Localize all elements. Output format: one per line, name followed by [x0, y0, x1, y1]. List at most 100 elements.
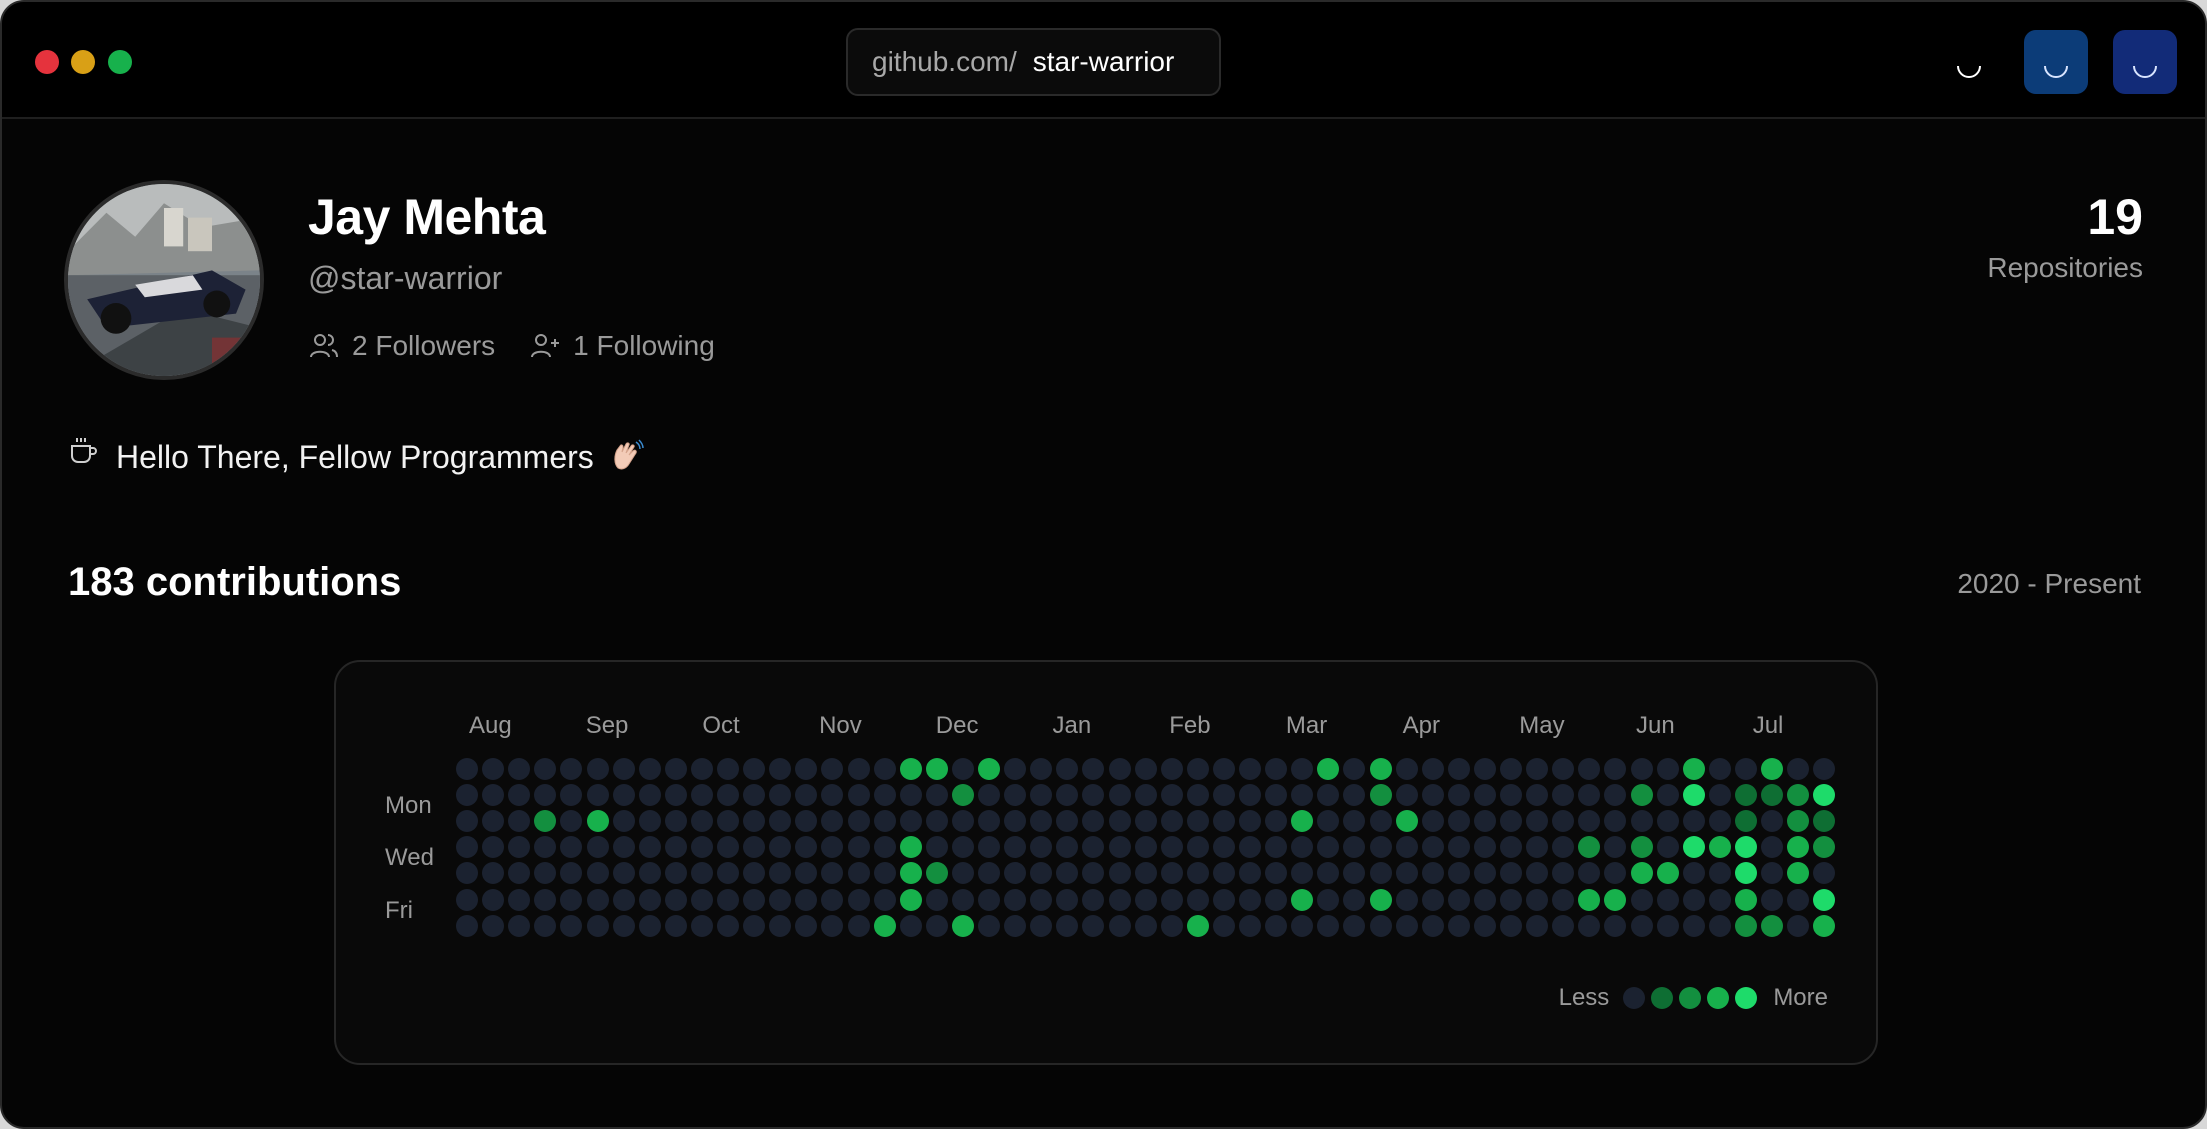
contribution-cell[interactable]	[978, 862, 1000, 885]
contribution-cell[interactable]	[1317, 784, 1340, 807]
contribution-cell[interactable]	[925, 914, 948, 937]
contribution-cell[interactable]	[1030, 888, 1053, 911]
contribution-cell[interactable]	[847, 784, 870, 807]
contribution-cell[interactable]	[1682, 810, 1705, 833]
contribution-cell[interactable]	[1500, 862, 1522, 885]
contribution-cell[interactable]	[1630, 914, 1653, 937]
contribution-cell[interactable]	[1473, 810, 1496, 833]
contribution-cell[interactable]	[1186, 914, 1209, 937]
contribution-cell[interactable]	[560, 836, 583, 859]
theme-button-black[interactable]	[1937, 30, 2001, 94]
contribution-cell[interactable]	[482, 862, 505, 885]
contribution-cell[interactable]	[1395, 784, 1418, 807]
contribution-cell[interactable]	[1160, 836, 1183, 859]
contribution-cell[interactable]	[1160, 758, 1183, 780]
contribution-cell[interactable]	[1708, 836, 1731, 859]
contribution-cell[interactable]	[638, 888, 661, 911]
contribution-cell[interactable]	[717, 914, 739, 937]
contribution-cell[interactable]	[717, 810, 739, 833]
contribution-cell[interactable]	[1004, 810, 1027, 833]
contribution-cell[interactable]	[456, 758, 478, 780]
contribution-cell[interactable]	[795, 836, 818, 859]
contribution-cell[interactable]	[978, 914, 1000, 937]
contribution-cell[interactable]	[1082, 784, 1105, 807]
contribution-cell[interactable]	[1813, 888, 1836, 911]
contribution-cell[interactable]	[1056, 914, 1079, 937]
contribution-cell[interactable]	[508, 914, 531, 937]
contribution-cell[interactable]	[560, 888, 583, 911]
contribution-cell[interactable]	[1395, 888, 1418, 911]
contribution-cell[interactable]	[560, 810, 583, 833]
contribution-cell[interactable]	[638, 836, 661, 859]
contribution-cell[interactable]	[1734, 758, 1757, 780]
contribution-cell[interactable]	[1473, 836, 1496, 859]
contribution-cell[interactable]	[1708, 758, 1731, 780]
contribution-cell[interactable]	[586, 836, 609, 859]
contribution-cell[interactable]	[1082, 888, 1105, 911]
contribution-cell[interactable]	[1239, 758, 1261, 780]
contribution-cell[interactable]	[717, 888, 739, 911]
contribution-cell[interactable]	[560, 784, 583, 807]
contribution-cell[interactable]	[899, 758, 922, 780]
contribution-cell[interactable]	[612, 810, 635, 833]
contribution-cell[interactable]	[482, 836, 505, 859]
contribution-cell[interactable]	[821, 810, 844, 833]
contribution-cell[interactable]	[1578, 914, 1601, 937]
contribution-cell[interactable]	[795, 914, 818, 937]
contribution-cell[interactable]	[1447, 914, 1470, 937]
contribution-cell[interactable]	[1030, 914, 1053, 937]
contribution-cell[interactable]	[743, 810, 766, 833]
contribution-cell[interactable]	[1761, 836, 1783, 859]
contribution-cell[interactable]	[1030, 862, 1053, 885]
contribution-cell[interactable]	[1656, 888, 1679, 911]
contribution-cell[interactable]	[1030, 836, 1053, 859]
contribution-cell[interactable]	[1239, 888, 1261, 911]
contribution-cell[interactable]	[1787, 862, 1810, 885]
contribution-cell[interactable]	[1761, 888, 1783, 911]
contribution-cell[interactable]	[847, 810, 870, 833]
contribution-cell[interactable]	[1421, 914, 1444, 937]
contribution-cell[interactable]	[1186, 810, 1209, 833]
contribution-cell[interactable]	[508, 810, 531, 833]
contribution-cell[interactable]	[1656, 862, 1679, 885]
contribution-cell[interactable]	[821, 784, 844, 807]
contribution-cell[interactable]	[1134, 862, 1157, 885]
contribution-cell[interactable]	[1056, 888, 1079, 911]
contribution-cell[interactable]	[690, 810, 713, 833]
contribution-cell[interactable]	[769, 862, 792, 885]
contribution-cell[interactable]	[743, 758, 766, 780]
contribution-cell[interactable]	[1682, 784, 1705, 807]
contribution-cell[interactable]	[508, 784, 531, 807]
contribution-cell[interactable]	[1265, 836, 1288, 859]
contribution-cell[interactable]	[1447, 836, 1470, 859]
contribution-cell[interactable]	[1108, 862, 1131, 885]
contribution-cell[interactable]	[925, 836, 948, 859]
contribution-cell[interactable]	[769, 836, 792, 859]
contribution-cell[interactable]	[534, 862, 557, 885]
contribution-cell[interactable]	[1291, 784, 1314, 807]
contribution-cell[interactable]	[1813, 758, 1836, 780]
contribution-cell[interactable]	[821, 914, 844, 937]
contribution-cell[interactable]	[1630, 758, 1653, 780]
contribution-cell[interactable]	[1108, 914, 1131, 937]
contribution-cell[interactable]	[769, 758, 792, 780]
contribution-cell[interactable]	[1526, 914, 1549, 937]
contribution-cell[interactable]	[1343, 914, 1366, 937]
contribution-cell[interactable]	[1369, 758, 1392, 780]
contribution-cell[interactable]	[586, 784, 609, 807]
contribution-cell[interactable]	[978, 758, 1000, 780]
avatar[interactable]	[64, 180, 264, 380]
contribution-cell[interactable]	[1682, 758, 1705, 780]
contribution-cell[interactable]	[1082, 758, 1105, 780]
contribution-cell[interactable]	[482, 888, 505, 911]
contribution-cell[interactable]	[1343, 810, 1366, 833]
contribution-cell[interactable]	[873, 784, 896, 807]
contribution-cell[interactable]	[743, 888, 766, 911]
contribution-cell[interactable]	[1708, 784, 1731, 807]
contribution-cell[interactable]	[1708, 862, 1731, 885]
contribution-cell[interactable]	[664, 862, 687, 885]
contribution-cell[interactable]	[1291, 914, 1314, 937]
contribution-cell[interactable]	[1186, 784, 1209, 807]
contribution-cell[interactable]	[1239, 862, 1261, 885]
contribution-cell[interactable]	[1369, 888, 1392, 911]
